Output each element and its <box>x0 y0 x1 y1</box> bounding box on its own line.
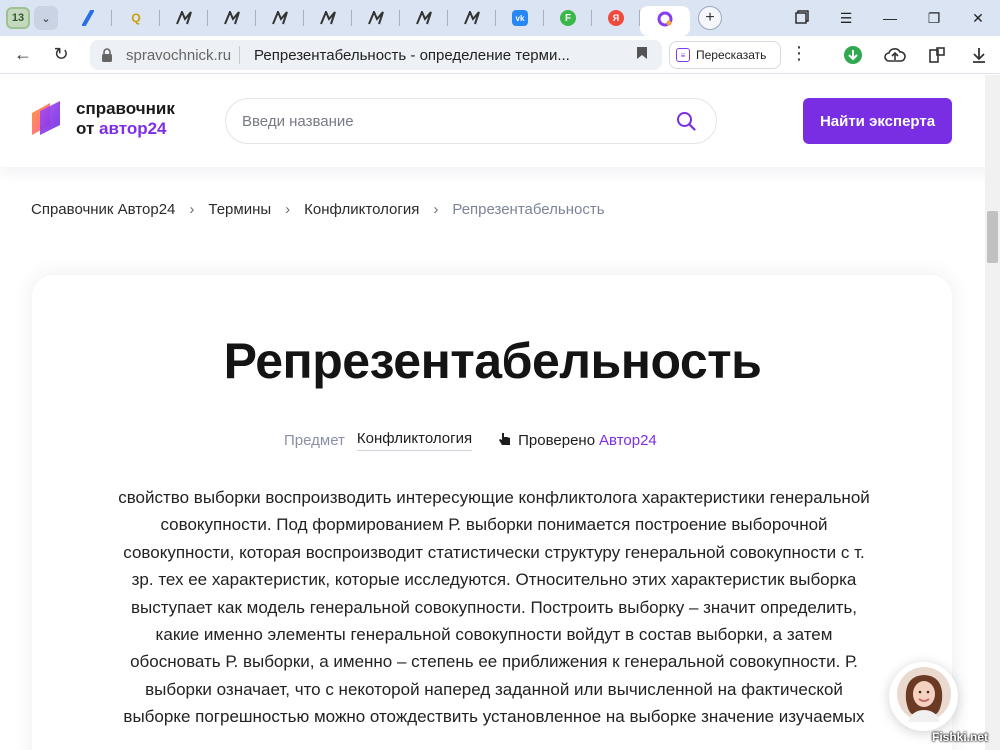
subject-link[interactable]: Конфликтология <box>356 430 473 451</box>
chevron-right-icon: › <box>285 201 291 218</box>
logo-line-2: от автор24 <box>76 119 175 139</box>
support-chat-avatar[interactable] <box>889 662 958 731</box>
checked-by-link[interactable]: Автор24 <box>599 432 657 449</box>
author24-icon <box>176 10 192 26</box>
watermark: Fishki.net <box>931 730 988 744</box>
menu-icon[interactable]: ☰ <box>824 10 868 27</box>
subject-label: Предмет <box>284 432 345 449</box>
retell-button[interactable]: ≡ Пересказать <box>669 41 781 69</box>
tab-author24-4[interactable] <box>304 0 352 36</box>
breadcrumb-item-current: Репрезентабельность <box>452 201 605 218</box>
logo-brand: автор24 <box>99 119 167 138</box>
f-favicon-icon: F <box>560 10 576 26</box>
author24-icon <box>368 10 384 26</box>
site-logo[interactable]: справочник от автор24 <box>30 99 175 139</box>
logo-text: справочник от автор24 <box>76 99 175 139</box>
more-options-icon[interactable]: ⋮ <box>790 43 808 64</box>
tab-author24-6[interactable] <box>400 0 448 36</box>
author24-icon <box>464 10 480 26</box>
tab-active-spravochnick[interactable] <box>640 6 690 36</box>
logo-line-1: справочник <box>76 99 175 118</box>
url-domain: spravochnick.ru <box>126 46 232 64</box>
tab-pen[interactable] <box>64 0 112 36</box>
search-input[interactable]: Введи название <box>225 98 717 144</box>
logo-from: от <box>76 119 95 138</box>
verified-info: Проверено Автор24 <box>498 432 657 450</box>
vk-icon: vk <box>512 10 528 26</box>
page-title-in-omnibox: Репрезентабельность - определение терми.… <box>254 46 570 64</box>
window-controls: ☰ — ❐ ✕ <box>780 0 1000 36</box>
term-meta: Предмет Конфликтология Проверено Автор24 <box>284 430 657 451</box>
tab-group: 13 ⌄ <box>6 0 64 36</box>
restore-icon[interactable]: ❐ <box>912 10 956 27</box>
cloud-upload-icon[interactable] <box>874 46 916 64</box>
q-favicon-icon: Q <box>131 11 141 25</box>
retell-icon: ≡ <box>676 48 690 62</box>
logo-mark-icon <box>30 99 64 139</box>
tab-list-dropdown-icon[interactable]: ⌄ <box>34 6 58 30</box>
collections-icon[interactable] <box>780 9 824 27</box>
search-placeholder: Введи название <box>242 112 354 130</box>
find-expert-button[interactable]: Найти эксперта <box>803 98 952 144</box>
download-green-icon[interactable] <box>832 45 874 65</box>
tab-author24-2[interactable] <box>208 0 256 36</box>
author24-icon <box>272 10 288 26</box>
author24-icon <box>224 10 240 26</box>
breadcrumb-item-home[interactable]: Справочник Автор24 <box>31 201 175 218</box>
tab-author24-7[interactable] <box>448 0 496 36</box>
checked-label: Проверено <box>518 432 596 449</box>
hand-pointer-icon <box>498 432 512 450</box>
search-icon[interactable] <box>676 111 696 135</box>
page-scrollbar[interactable] <box>985 75 1000 750</box>
omnibox[interactable]: spravochnick.ru Репрезентабельность - оп… <box>90 40 662 70</box>
retell-label: Пересказать <box>696 48 767 62</box>
tab-green-f[interactable]: F <box>544 0 592 36</box>
extensions-puzzle-icon[interactable] <box>916 46 958 64</box>
lock-icon <box>98 46 116 64</box>
spravochnick-favicon-icon <box>657 11 673 32</box>
bookmark-icon[interactable] <box>636 46 648 63</box>
tab-author24-3[interactable] <box>256 0 304 36</box>
tab-favicon-q[interactable]: Q <box>112 0 160 36</box>
close-icon[interactable]: ✕ <box>956 10 1000 27</box>
breadcrumb: Справочник Автор24 › Термины › Конфликто… <box>31 201 605 218</box>
yandex-icon: Я <box>608 10 624 26</box>
author24-icon <box>416 10 432 26</box>
minimize-icon[interactable]: — <box>868 10 912 26</box>
breadcrumb-item-terms[interactable]: Термины <box>208 201 271 218</box>
reload-icon[interactable]: ↻ <box>42 44 80 65</box>
scrollbar-thumb[interactable] <box>987 211 998 263</box>
tab-vk[interactable]: vk <box>496 0 544 36</box>
tab-count-badge[interactable]: 13 <box>6 7 30 29</box>
new-tab-button[interactable]: + <box>698 6 722 30</box>
tab-author24-5[interactable] <box>352 0 400 36</box>
page-title: Репрезентабельность <box>223 333 762 389</box>
avatar-icon <box>896 666 952 727</box>
chevron-right-icon: › <box>189 201 195 218</box>
breadcrumb-item-subject[interactable]: Конфликтология <box>304 201 419 218</box>
extension-icons <box>832 36 1000 74</box>
author24-icon <box>320 10 336 26</box>
site-header: справочник от автор24 Введи название Най… <box>0 75 1000 167</box>
chevron-right-icon: › <box>433 201 439 218</box>
downloads-icon[interactable] <box>958 46 1000 64</box>
tab-yandex[interactable]: Я <box>592 0 640 36</box>
term-definition: свойство выборки воспроизводить интересу… <box>118 488 870 727</box>
url-divider <box>239 46 241 64</box>
back-arrow-icon[interactable]: ← <box>4 44 42 65</box>
tab-author24-1[interactable] <box>160 0 208 36</box>
pen-icon <box>80 10 96 26</box>
